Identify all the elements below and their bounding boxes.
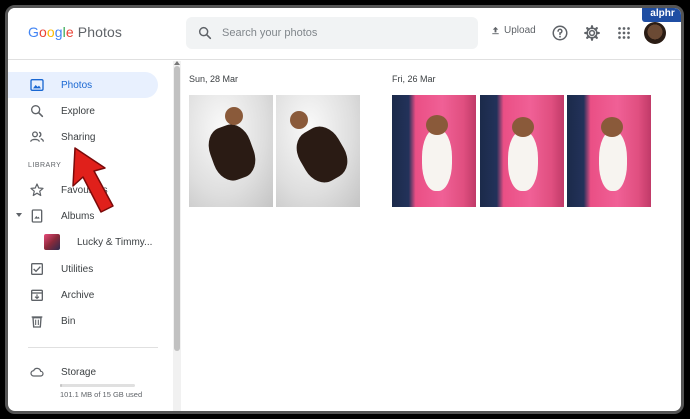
- annotation-arrow-icon: [72, 147, 114, 213]
- library-heading: LIBRARY: [28, 162, 62, 169]
- photo-thumbnail[interactable]: [567, 95, 651, 207]
- sidebar-item-label: Lucky & Timmy...: [77, 236, 153, 248]
- help-icon[interactable]: [551, 24, 569, 42]
- sidebar-item-label: Sharing: [61, 131, 96, 143]
- photo-thumbnail[interactable]: [480, 95, 564, 207]
- storage-usage-text: 101.1 MB of 15 GB used: [60, 390, 143, 399]
- upload-icon: [492, 26, 499, 35]
- utilities-icon: [31, 263, 43, 275]
- sidebar-item-bin[interactable]: Bin: [8, 308, 158, 334]
- sidebar-item-label: Explore: [61, 105, 95, 117]
- search-icon: [198, 26, 212, 40]
- apps-grid-icon[interactable]: [615, 24, 633, 42]
- sidebar-item-photos[interactable]: Photos: [8, 72, 158, 98]
- chevron-down-icon[interactable]: [16, 213, 22, 217]
- sidebar-divider: [28, 347, 158, 348]
- storage-meter-fill: [60, 384, 63, 387]
- album-icon: [31, 209, 43, 223]
- upload-label: Upload: [504, 25, 536, 36]
- album-thumbnail: [44, 234, 60, 250]
- sidebar-item-album-lucky-timmy[interactable]: Lucky & Timmy...: [8, 229, 171, 255]
- account-avatar[interactable]: [644, 22, 666, 44]
- search-input[interactable]: [222, 23, 462, 43]
- photo-thumbnail[interactable]: [189, 95, 273, 207]
- sidebar-item-archive[interactable]: Archive: [8, 282, 158, 308]
- cloud-icon: [30, 367, 44, 377]
- top-bar: GooglePhotos Upload: [8, 8, 681, 60]
- photo-thumbnail[interactable]: [392, 95, 476, 207]
- scroll-up-arrow-icon[interactable]: [174, 61, 180, 65]
- photo-group-date: Sun, 28 Mar: [189, 74, 239, 84]
- sidebar-item-explore[interactable]: Explore: [8, 98, 158, 124]
- storage-label: Storage: [61, 366, 97, 378]
- archive-icon: [31, 289, 43, 301]
- sidebar-item-label: Archive: [61, 289, 95, 301]
- sidebar-item-label: Utilities: [61, 263, 94, 275]
- alphr-watermark: alphr: [642, 8, 681, 22]
- photos-icon: [30, 79, 44, 91]
- sidebar-item-label: Photos: [61, 79, 93, 91]
- bin-icon: [31, 316, 43, 328]
- photo-thumbnail[interactable]: [276, 95, 360, 207]
- star-icon: [30, 183, 44, 197]
- sidebar-scrollbar[interactable]: [173, 61, 181, 414]
- sidebar-item-label: Bin: [61, 315, 76, 327]
- sidebar: Photos Explore Sharing LIBRARY Favourite…: [8, 61, 171, 411]
- sidebar-item-storage[interactable]: Storage: [8, 359, 158, 385]
- photo-group-date: Fri, 26 Mar: [392, 74, 436, 84]
- search-bar[interactable]: [186, 17, 478, 49]
- scroll-down-arrow-icon[interactable]: [174, 411, 180, 414]
- google-photos-logo[interactable]: Google Photos: [28, 24, 122, 40]
- settings-icon[interactable]: [583, 24, 601, 42]
- search-icon: [30, 105, 44, 118]
- app-window: GooglePhotos Upload: [5, 5, 684, 414]
- sidebar-item-utilities[interactable]: Utilities: [8, 256, 158, 282]
- upload-button[interactable]: Upload: [490, 25, 536, 36]
- scrollbar-thumb[interactable]: [174, 66, 180, 351]
- storage-meter: [60, 384, 135, 387]
- people-icon: [30, 131, 44, 142]
